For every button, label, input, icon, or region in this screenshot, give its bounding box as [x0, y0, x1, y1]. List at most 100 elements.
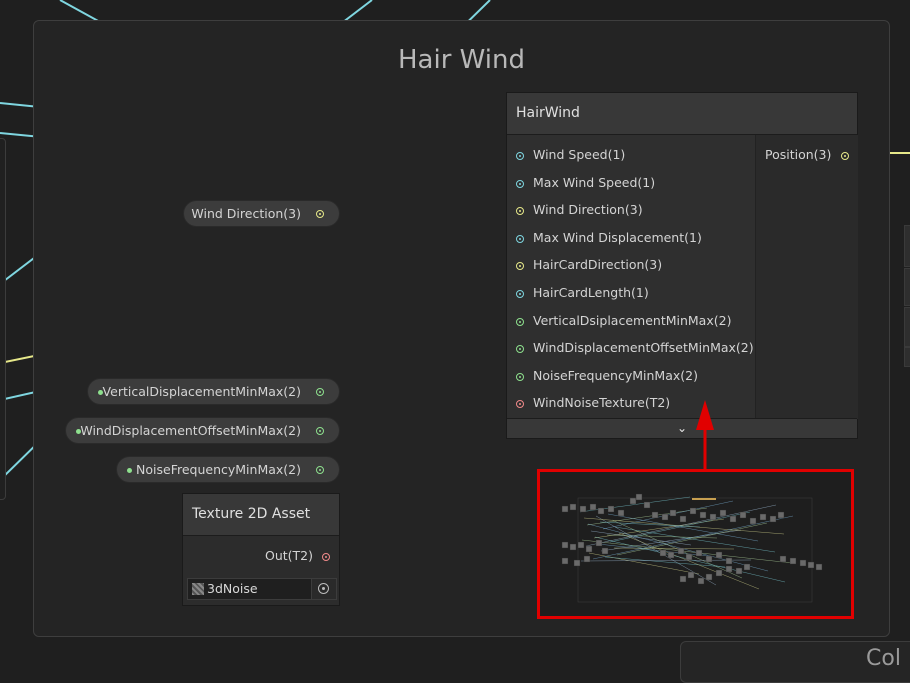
texture-field-value: 3dNoise: [207, 581, 258, 596]
minimap-node: [669, 509, 677, 517]
port-label: Wind Speed(1): [533, 147, 626, 162]
minimap-node: [815, 563, 823, 571]
node-title[interactable]: HairWind: [507, 93, 857, 135]
minimap-edge: [618, 532, 760, 590]
property-label: Wind Direction(3): [191, 206, 301, 221]
port-label: HairCardLength(1): [533, 285, 649, 300]
minimap-node: [569, 503, 577, 511]
input-port[interactable]: HairCardDirection(3): [516, 257, 662, 277]
minimap-node: [595, 539, 603, 547]
minimap-node: [643, 501, 651, 509]
input-port[interactable]: Wind Direction(3): [516, 202, 643, 222]
port-dot-icon[interactable]: [516, 318, 524, 326]
minimap-node: [601, 547, 609, 555]
property-node[interactable]: NoiseFrequencyMinMax(2): [116, 456, 340, 483]
port-dot-icon[interactable]: [316, 427, 324, 435]
minimap-node: [739, 511, 747, 519]
minimap-node: [759, 513, 767, 521]
right-node-edge: [904, 307, 910, 347]
group-title[interactable]: Hair Wind: [34, 45, 889, 75]
node-texture-2d-asset[interactable]: Texture 2D Asset Out(T2) 3dNoise: [182, 493, 340, 606]
port-label: Out(T2): [264, 548, 313, 563]
port-dot-icon[interactable]: [516, 290, 524, 298]
minimap-node: [659, 549, 667, 557]
port-label: HairCardDirection(3): [533, 257, 663, 272]
minimap-node: [697, 577, 705, 585]
minimap-node: [585, 545, 593, 553]
minimap-edge: [587, 523, 769, 572]
minimap-graph-preview: [561, 493, 823, 603]
right-node-edge: [904, 347, 910, 367]
property-node[interactable]: VerticalDisplacementMinMax(2): [87, 378, 340, 405]
port-dot-icon[interactable]: [516, 262, 524, 270]
port-label: VerticalDsiplacementMinMax(2): [533, 313, 732, 328]
minimap-node: [573, 559, 581, 567]
port-dot-icon[interactable]: [841, 152, 850, 160]
minimap-node: [607, 505, 615, 513]
minimap-node: [589, 503, 597, 511]
port-dot-icon[interactable]: [516, 207, 524, 215]
minimap-node: [735, 567, 743, 575]
input-port[interactable]: WindDisplacementOffsetMinMax(2): [516, 340, 754, 360]
port-dot-icon[interactable]: [322, 553, 330, 561]
port-dot-icon[interactable]: [516, 373, 524, 381]
minimap-node: [719, 509, 727, 517]
port-dot-icon[interactable]: [516, 400, 524, 408]
texture-object-field[interactable]: 3dNoise: [187, 578, 337, 600]
port-label: Max Wind Speed(1): [533, 175, 656, 190]
minimap-node: [729, 515, 737, 523]
minimap-node: [705, 573, 713, 581]
minimap-node: [749, 517, 757, 525]
minimap-node: [689, 507, 697, 515]
input-port[interactable]: Max Wind Speed(1): [516, 175, 655, 195]
port-label: NoiseFrequencyMinMax(2): [533, 368, 698, 383]
left-group-edge: [0, 138, 6, 500]
minimap-node: [715, 569, 723, 577]
bottom-group[interactable]: Col: [680, 641, 910, 683]
input-port[interactable]: Wind Speed(1): [516, 147, 625, 167]
port-dot-icon[interactable]: [516, 152, 524, 160]
node-hairwind[interactable]: HairWind Wind Speed(1) Max Wind Speed(1) W…: [506, 92, 858, 439]
port-label: WindDisplacementOffsetMinMax(2): [533, 340, 754, 355]
input-port[interactable]: HairCardLength(1): [516, 285, 649, 305]
input-port[interactable]: Max Wind Displacement(1): [516, 230, 702, 250]
port-label: Wind Direction(3): [533, 202, 643, 217]
port-dot-icon[interactable]: [316, 210, 324, 218]
right-node-edge: [904, 225, 910, 267]
input-port[interactable]: VerticalDsiplacementMinMax(2): [516, 313, 731, 333]
minimap[interactable]: [537, 469, 854, 619]
property-label: NoiseFrequencyMinMax(2): [136, 462, 301, 477]
minimap-node: [789, 557, 797, 565]
minimap-node: [561, 541, 569, 549]
object-picker-icon[interactable]: [311, 579, 336, 599]
minimap-highlight: [692, 498, 716, 500]
minimap-node: [743, 563, 751, 571]
port-dot-icon[interactable]: [516, 345, 524, 353]
port-label: Position(3): [765, 147, 832, 162]
minimap-node: [807, 561, 815, 569]
input-port[interactable]: WindNoiseTexture(T2): [516, 395, 670, 415]
property-node[interactable]: WindDisplacementOffsetMinMax(2): [65, 417, 340, 444]
minimap-node: [715, 551, 723, 559]
minimap-node: [695, 549, 703, 557]
property-node[interactable]: Wind Direction(3): [183, 200, 340, 227]
texture-node-title[interactable]: Texture 2D Asset: [183, 494, 339, 536]
node-inputs: Wind Speed(1) Max Wind Speed(1) Wind Direc…: [507, 135, 756, 419]
minimap-node: [799, 559, 807, 567]
port-out-t2[interactable]: Out(T2): [265, 548, 330, 563]
output-port[interactable]: Position(3): [765, 147, 850, 167]
input-port[interactable]: NoiseFrequencyMinMax(2): [516, 368, 698, 388]
port-label: Max Wind Displacement(1): [533, 230, 702, 245]
port-dot-icon[interactable]: [316, 388, 324, 396]
port-dot-icon[interactable]: [516, 180, 524, 188]
minimap-edge: [613, 547, 735, 550]
minimap-edge: [616, 522, 768, 556]
minimap-node: [709, 513, 717, 521]
port-label: WindNoiseTexture(T2): [533, 395, 671, 410]
texture-thumbnail-icon: [192, 583, 204, 595]
port-dot-icon[interactable]: [316, 466, 324, 474]
minimap-node: [725, 557, 733, 565]
minimap-node: [685, 553, 693, 561]
collapse-chevron-icon[interactable]: ⌄: [507, 418, 857, 438]
port-dot-icon[interactable]: [516, 235, 524, 243]
